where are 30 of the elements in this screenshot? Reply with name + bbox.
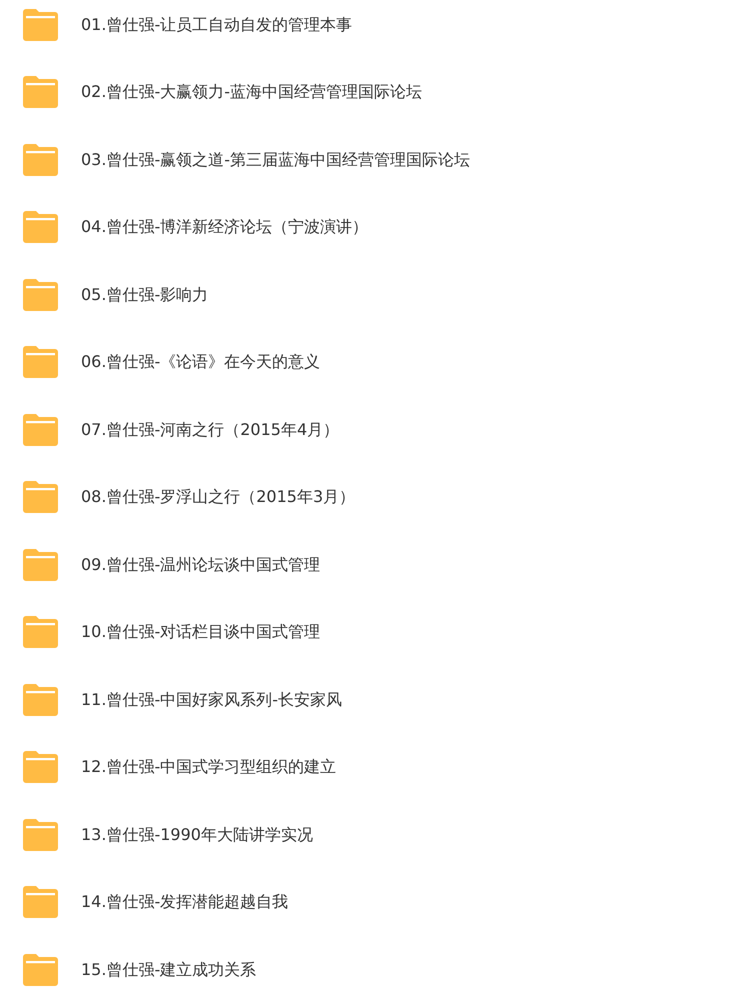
folder-name[interactable]: 13.曾仕强-1990年大陆讲学实况 [81,822,313,847]
folder-name[interactable]: 07.曾仕强-河南之行（2015年4月） [81,418,340,442]
folder-name[interactable]: 06.曾仕强-《论语》在今天的意义 [81,350,320,374]
folder-icon[interactable] [23,548,58,581]
folder-icon[interactable] [23,278,58,311]
folder-icon[interactable] [23,211,58,244]
folder-icon[interactable] [23,414,58,446]
folder-icon[interactable] [23,751,58,784]
folder-icon[interactable] [23,684,58,716]
folder-icon[interactable] [23,144,58,176]
folder-name[interactable]: 08.曾仕强-罗浮山之行（2015年3月） [81,485,356,510]
folder-name[interactable]: 14.曾仕强-发挥潜能超越自我 [81,890,288,914]
folder-icon[interactable] [23,616,58,648]
folder-name[interactable]: 09.曾仕强-温州论坛谈中国式管理 [81,552,320,577]
folder-icon[interactable] [23,954,58,986]
folder-name[interactable]: 05.曾仕强-影响力 [81,282,208,307]
folder-name[interactable]: 15.曾仕强-建立成功关系 [81,958,256,982]
folder-icon[interactable] [23,76,58,108]
folder-name[interactable]: 11.曾仕强-中国好家风系列-长安家风 [81,688,342,712]
folder-name[interactable]: 02.曾仕强-大赢领力-蓝海中国经营管理国际论坛 [81,80,422,104]
folder-name[interactable]: 01.曾仕强-让员工自动自发的管理本事 [81,12,352,37]
folder-icon[interactable] [23,8,58,41]
folder-name[interactable]: 04.曾仕强-博洋新经济论坛（宁波演讲） [81,215,368,240]
folder-name[interactable]: 12.曾仕强-中国式学习型组织的建立 [81,755,336,780]
folder-icon[interactable] [23,481,58,514]
folder-icon[interactable] [23,818,58,851]
folder-name[interactable]: 10.曾仕强-对话栏目谈中国式管理 [81,620,320,644]
folder-name[interactable]: 03.曾仕强-赢领之道-第三届蓝海中国经营管理国际论坛 [81,148,470,172]
folder-icon[interactable] [23,886,58,918]
folder-icon[interactable] [23,346,58,378]
